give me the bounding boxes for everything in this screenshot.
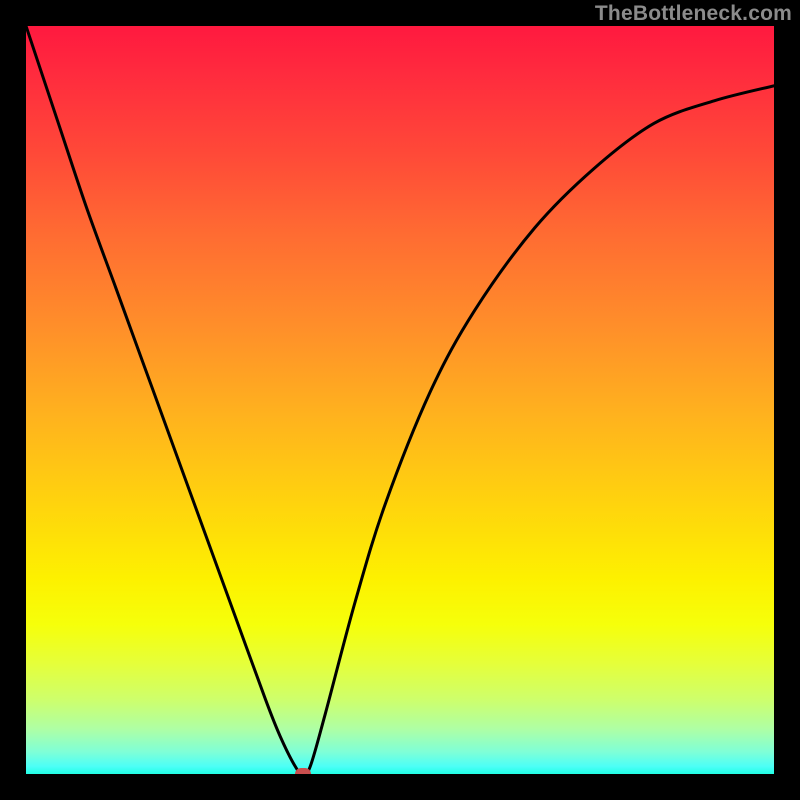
outer-frame: TheBottleneck.com <box>0 0 800 800</box>
minimum-marker <box>295 768 311 774</box>
chart-svg <box>26 26 774 774</box>
plot-area <box>26 26 774 774</box>
watermark-text: TheBottleneck.com <box>595 2 792 26</box>
bottleneck-curve <box>26 26 774 774</box>
